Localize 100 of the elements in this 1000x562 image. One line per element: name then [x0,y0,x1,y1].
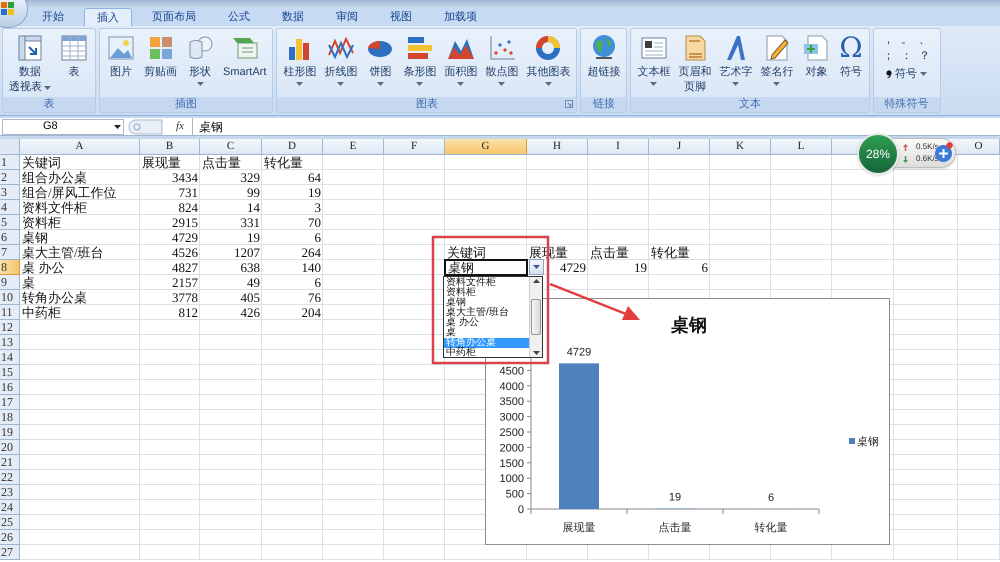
list-option[interactable]: 资料文件柜 [444,278,529,288]
row-header[interactable]: 12 [0,320,20,335]
column-header[interactable]: C [200,139,262,154]
ribbon-tab[interactable]: 公式 [216,8,262,26]
symbol-button[interactable]: ， [882,32,895,48]
list-option[interactable]: 桌钢 [444,298,529,308]
row-header[interactable]: 23 [0,485,20,500]
list-option[interactable]: 桌大主管/班台 [444,308,529,318]
row-header[interactable]: 1 [0,155,20,170]
row-header[interactable]: 26 [0,530,20,545]
ribbon-button[interactable]: 散点图 [482,32,522,86]
ribbon-tab[interactable]: 数据 [270,8,316,26]
row-header[interactable]: 9 [0,275,20,290]
ribbon-tab[interactable]: 审阅 [324,8,370,26]
ribbon-button[interactable]: SmartArt [220,32,270,79]
ribbon-button[interactable]: 剪贴画 [141,32,180,79]
ribbon-button[interactable]: 其他图表 [523,32,574,86]
ribbon-button[interactable]: 柱形图 [280,32,320,86]
ribbon-tab[interactable]: 开始 [30,8,76,26]
ribbon-tab[interactable]: 页面布局 [140,8,208,26]
list-option[interactable]: 资料柜 [444,288,529,298]
table-cell: 转角办公桌 [22,290,87,304]
table-cell: 405 [240,290,260,304]
axis-tick-label: 3000 [500,412,524,424]
column-header[interactable]: G [445,139,527,154]
list-option[interactable]: 中药柜 [444,348,529,358]
ribbon-tab[interactable]: 加载项 [432,8,489,26]
row-header[interactable]: 22 [0,470,20,485]
ribbon-tab[interactable]: 插入 [84,8,132,26]
row-header[interactable]: 15 [0,365,20,380]
row-header[interactable]: 7 [0,245,20,260]
group-label: 文本 [739,96,762,112]
name-box[interactable]: G8 [2,118,124,134]
row-header[interactable]: 2 [0,170,20,185]
column-header[interactable]: O [958,139,1000,154]
column-header[interactable]: H [527,139,588,154]
row-header[interactable]: 13 [0,335,20,350]
column-header[interactable]: J [649,139,710,154]
dropdown-button[interactable] [529,259,544,275]
row-header[interactable]: 20 [0,440,20,455]
axis-tick-label: 2500 [500,427,524,439]
row-header[interactable]: 16 [0,380,20,395]
ribbon-button[interactable]: 形状 [182,32,218,86]
symbol-button[interactable]: ： [900,48,913,64]
ribbon-button[interactable]: 艺术字 [716,32,756,86]
column-header[interactable]: K [710,139,771,154]
ribbon-button[interactable]: 表 [56,32,92,79]
column-header[interactable]: E [323,139,384,154]
ribbon-button[interactable]: 签名行 [757,32,796,86]
ribbon-tab[interactable]: 视图 [378,8,424,26]
list-option[interactable]: 桌 办公 [444,318,529,328]
row-header[interactable]: 10 [0,290,20,305]
splitter-handle-icon[interactable] [128,118,164,134]
row-header[interactable]: 17 [0,395,20,410]
symbol-button[interactable]: ； [882,48,895,64]
scroll-up-icon[interactable] [532,279,540,283]
column-header[interactable]: B [140,139,200,154]
scroll-thumb[interactable] [531,299,541,335]
ribbon-button[interactable]: 超链接 [584,32,624,79]
column-header[interactable]: A [20,139,140,154]
ribbon-button[interactable]: 条形图 [400,32,440,86]
ribbon-button[interactable]: 对象 [798,32,834,79]
table-cell: 14 [247,200,260,214]
insert-function-button[interactable]: fx [176,118,184,135]
list-option[interactable]: 桌 [444,328,529,338]
ribbon-button[interactable]: 图片 [103,32,139,79]
ribbon-button[interactable]: 折线图 [321,32,360,86]
row-header[interactable]: 14 [0,350,20,365]
scroll-down-icon[interactable] [532,351,540,355]
column-header[interactable]: L [771,139,832,154]
ribbon-button[interactable]: 数据 透视表 [6,32,54,94]
column-header[interactable]: I [588,139,649,154]
row-header[interactable]: 11 [0,305,20,320]
ribbon-button[interactable]: 面积图 [441,32,480,86]
row-header[interactable]: 21 [0,455,20,470]
row-header[interactable]: 5 [0,215,20,230]
column-header[interactable]: D [262,139,323,154]
table-cell: 6 [702,260,708,274]
row-header[interactable]: 8 [0,260,20,275]
row-header[interactable]: 19 [0,425,20,440]
scrollbar[interactable] [529,277,542,357]
dropdown-cell[interactable]: 桌钢 [444,259,528,276]
ribbon-button[interactable]: 文本框 [634,32,674,86]
symbol-button[interactable]: 、 [918,32,931,48]
table-cell: 812 [178,306,198,320]
row-header[interactable]: 3 [0,185,20,200]
ribbon-button[interactable]: 页眉和 页脚 [675,32,714,94]
symbol-menu-button[interactable]: 符号 [886,66,928,82]
row-header[interactable]: 6 [0,230,20,245]
category-label: 转化量 [754,522,788,534]
symbol-button[interactable]: 。 [900,32,913,48]
row-header[interactable]: 27 [0,545,20,560]
ribbon-button[interactable]: 饼图 [362,32,398,86]
row-header[interactable]: 24 [0,500,20,515]
row-header[interactable]: 18 [0,410,20,425]
row-header[interactable]: 25 [0,515,20,530]
symbol-button[interactable]: ？ [918,48,931,64]
ribbon-button[interactable]: Ω 符号 [836,32,866,79]
axis-tick-label: 1000 [500,473,524,486]
row-header[interactable]: 4 [0,200,20,215]
